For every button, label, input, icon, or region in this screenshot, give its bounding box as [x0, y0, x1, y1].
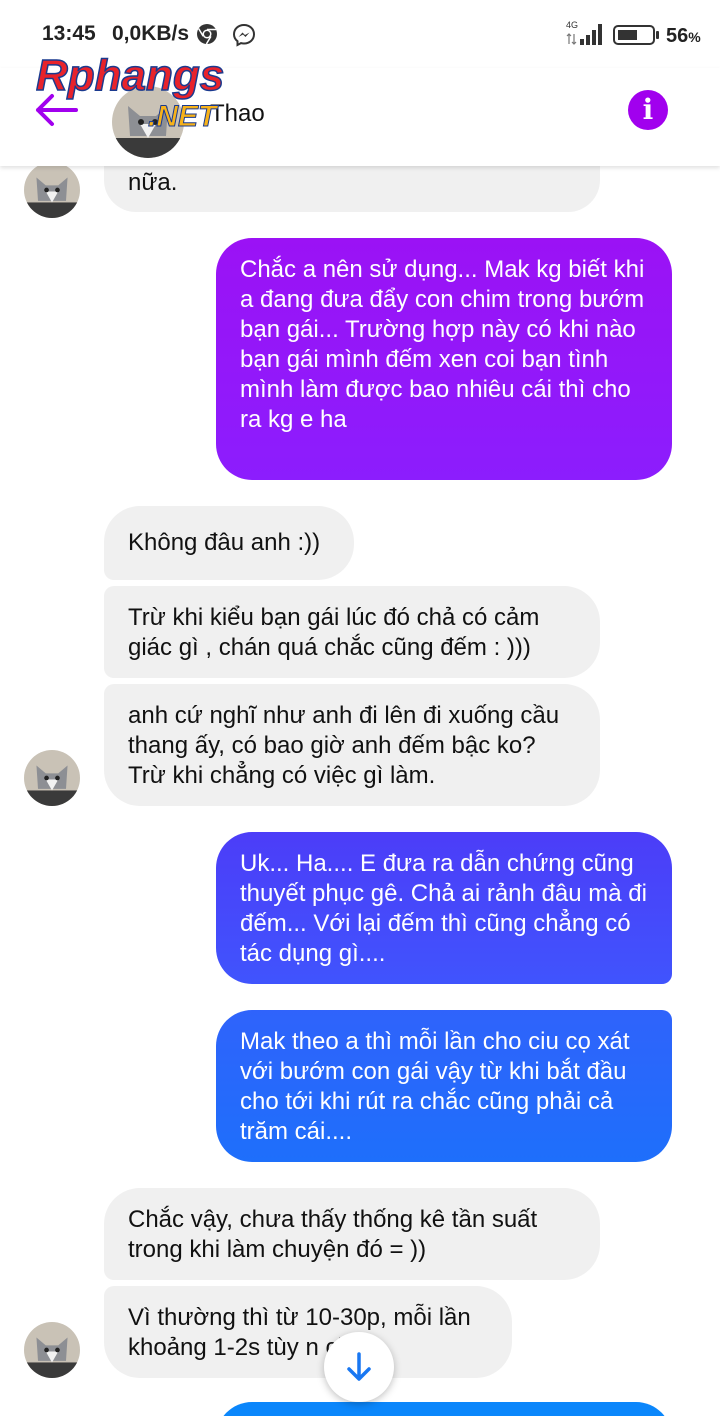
- incoming-message[interactable]: Không đâu anh :)): [104, 506, 354, 580]
- battery-percent: 56%: [666, 25, 701, 47]
- sender-avatar[interactable]: [24, 1322, 80, 1378]
- arrow-down-icon: [347, 1352, 371, 1381]
- scroll-to-bottom-button[interactable]: [324, 1332, 394, 1402]
- cat-avatar-image: [24, 166, 80, 218]
- incoming-message[interactable]: Chắc vậy, chưa thấy thống kê tần suất tr…: [104, 1188, 600, 1280]
- messenger-icon: [232, 23, 256, 47]
- site-watermark-logo: Rphangs .NET: [36, 54, 225, 134]
- info-icon[interactable]: i: [628, 90, 668, 130]
- svg-text:.NET: .NET: [148, 100, 219, 133]
- outgoing-message-partial[interactable]: [216, 1402, 672, 1416]
- cat-avatar-image: [24, 1322, 80, 1378]
- conversation-header: Thao Rphangs .NET i: [0, 54, 720, 166]
- chrome-icon: [197, 24, 217, 45]
- incoming-message[interactable]: anh cứ nghĩ như anh đi lên đi xuống cầu …: [104, 684, 600, 806]
- svg-text:Rphangs: Rphangs: [36, 54, 224, 100]
- outgoing-message[interactable]: Mak theo a thì mỗi lần cho ciu cọ xát vớ…: [216, 1010, 672, 1162]
- cat-avatar-image: [24, 750, 80, 806]
- network-type-label: 4G: [566, 20, 578, 30]
- outgoing-message[interactable]: Uk... Ha.... E đưa ra dẫn chứng cũng thu…: [216, 832, 672, 984]
- message-list[interactable]: nữa. Chắc a nên sử dụng... Mak kg biết k…: [0, 166, 720, 1416]
- signal-icon: 4G: [566, 20, 602, 45]
- status-time: 13:45: [42, 22, 96, 45]
- status-network-speed: 0,0KB/s: [112, 22, 190, 45]
- incoming-message[interactable]: Trừ khi kiểu bạn gái lúc đó chả có cảm g…: [104, 586, 600, 678]
- incoming-message[interactable]: nữa.: [104, 166, 600, 212]
- outgoing-message[interactable]: Chắc a nên sử dụng... Mak kg biết khi a …: [216, 238, 672, 480]
- battery-icon: [613, 25, 659, 45]
- sender-avatar[interactable]: [24, 166, 80, 218]
- incoming-message[interactable]: Vì thường thì từ 10-30p, mỗi lần khoảng …: [104, 1286, 512, 1378]
- sender-avatar[interactable]: [24, 750, 80, 806]
